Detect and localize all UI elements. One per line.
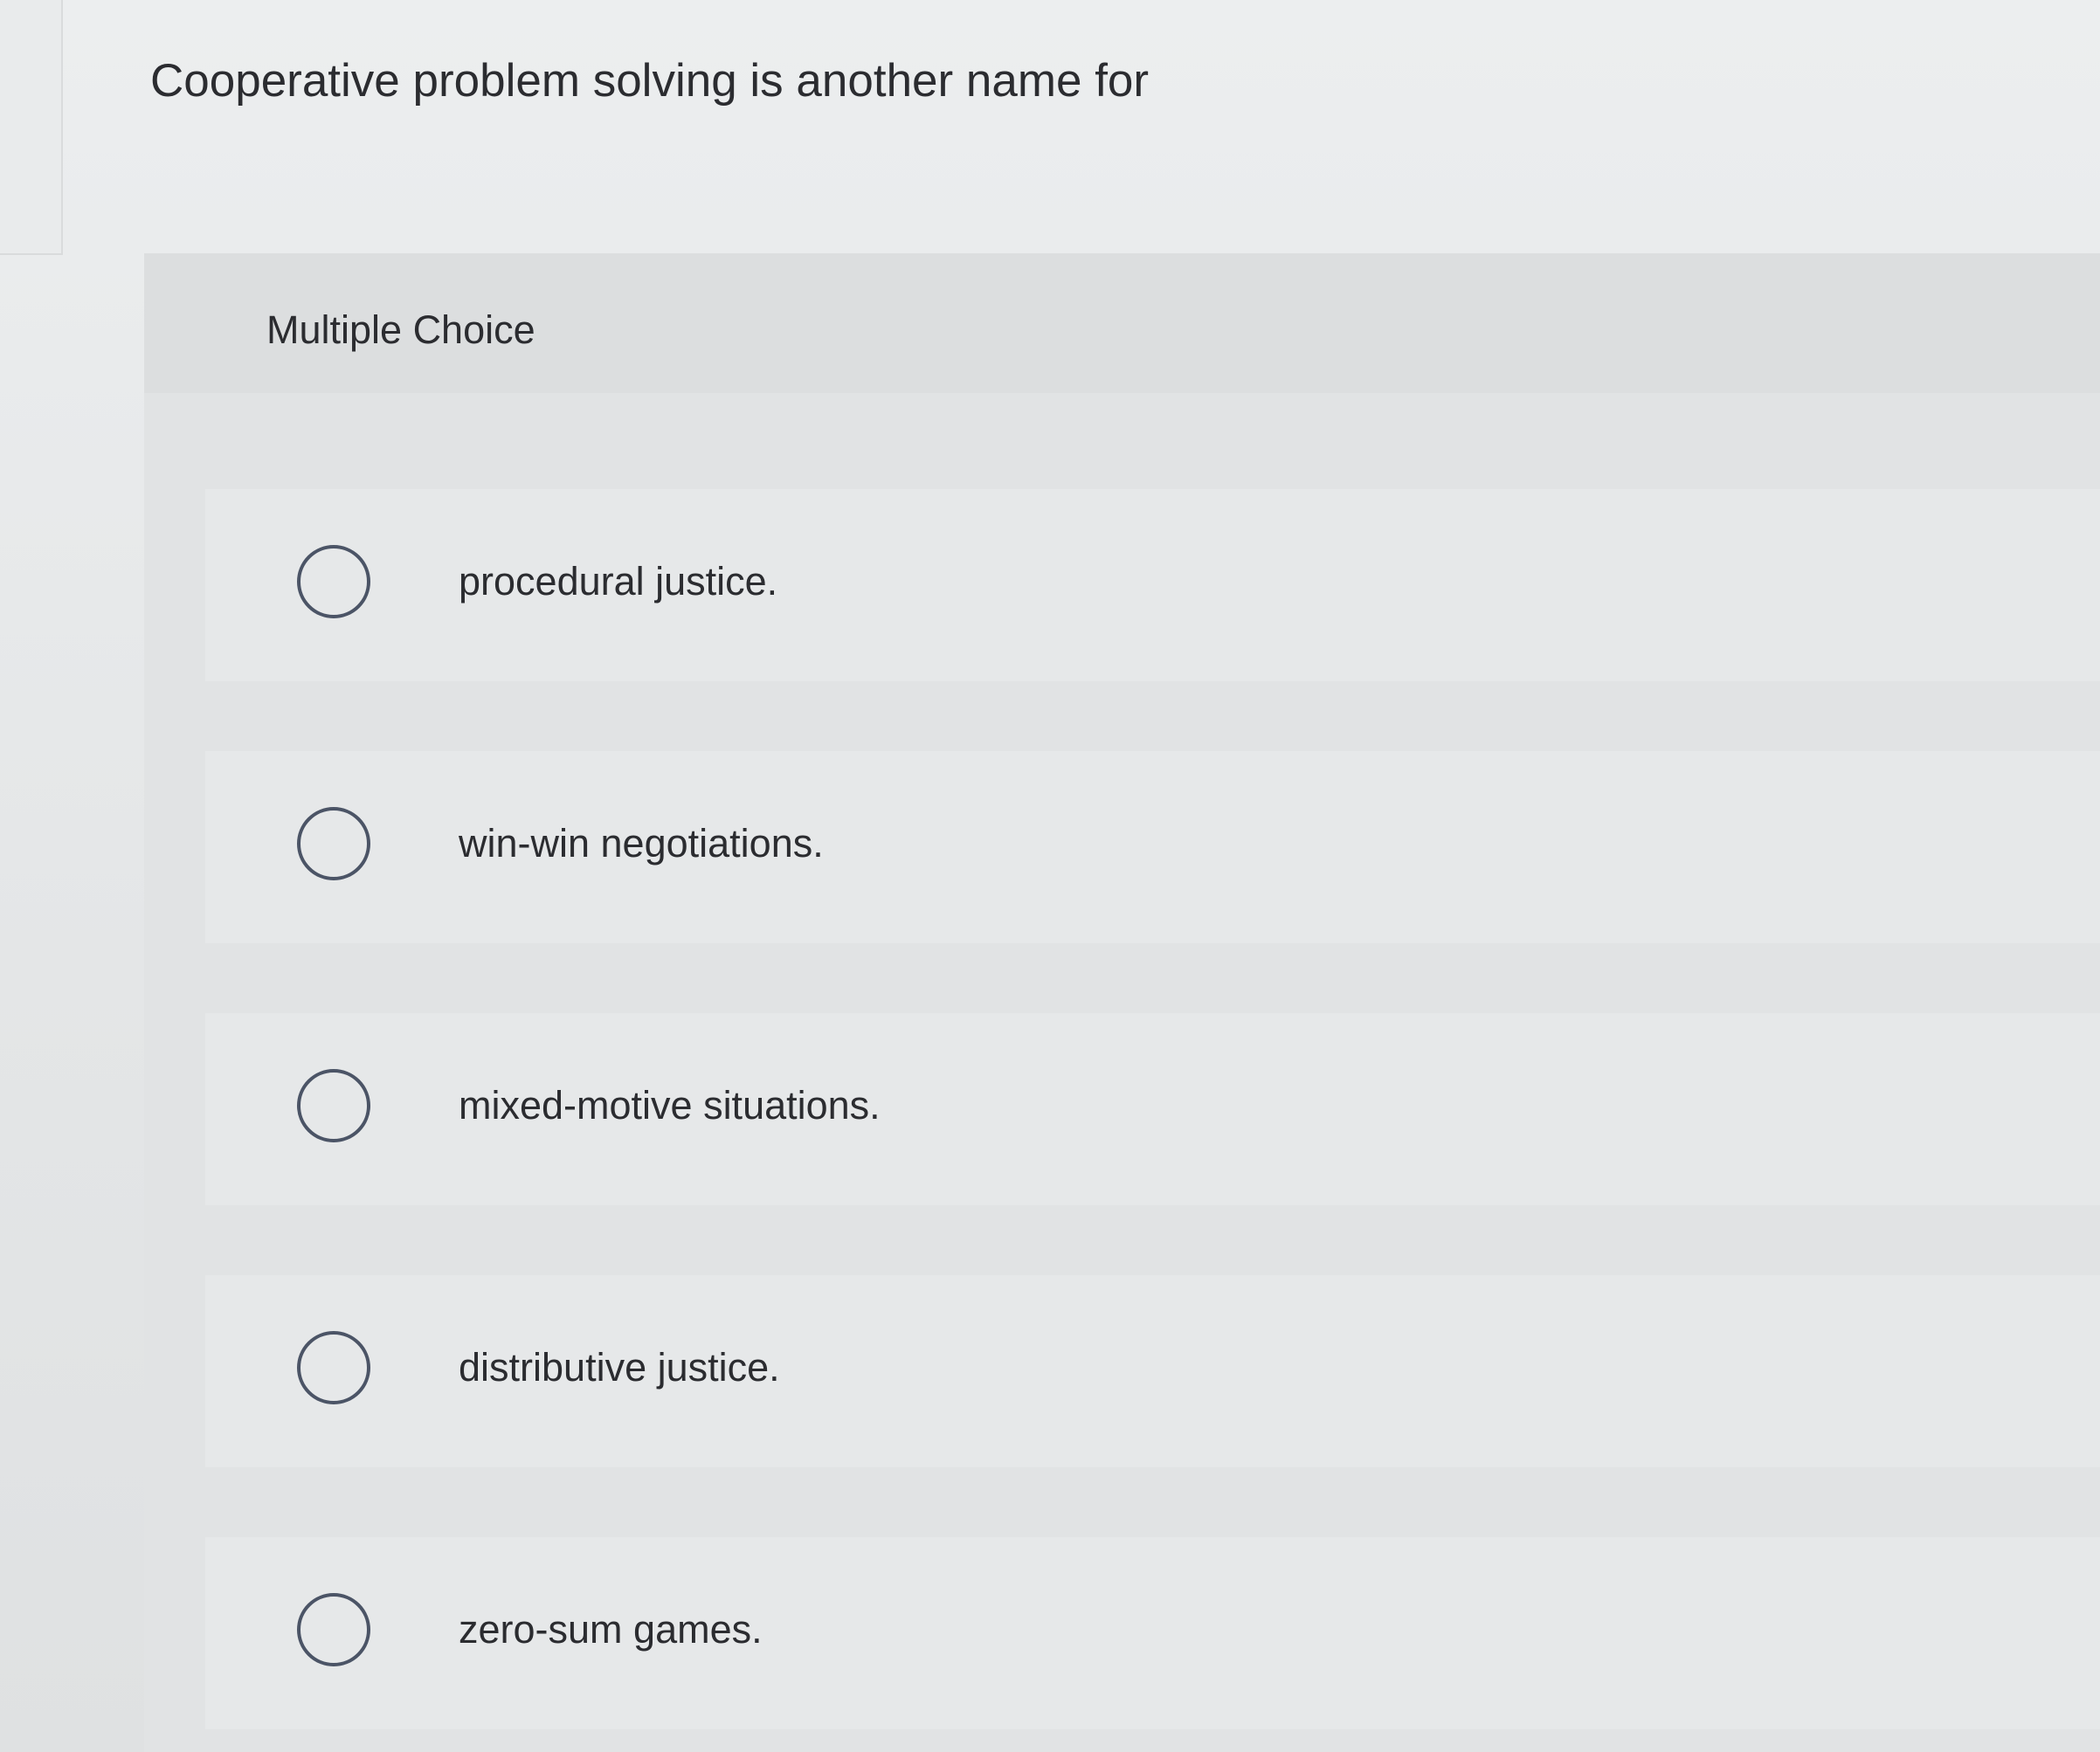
answer-option-3[interactable]: mixed-motive situations. — [205, 1013, 2100, 1205]
answer-option-label[interactable]: zero-sum games. — [459, 1604, 763, 1656]
answer-option-4[interactable]: distributive justice. — [205, 1275, 2100, 1467]
radio-button-icon[interactable] — [297, 807, 370, 880]
question-prompt: Cooperative problem solving is another n… — [150, 55, 1150, 107]
side-tab — [0, 0, 63, 255]
radio-button-icon[interactable] — [297, 1069, 370, 1142]
answer-option-1[interactable]: procedural justice. — [205, 489, 2100, 681]
question-type-label: Multiple Choice — [266, 307, 535, 352]
radio-button-icon[interactable] — [297, 1331, 370, 1404]
radio-button-icon[interactable] — [297, 545, 370, 618]
radio-button-icon[interactable] — [297, 1593, 370, 1666]
page: Cooperative problem solving is another n… — [0, 0, 2100, 1752]
answer-panel: Multiple Choice procedural justice. win-… — [144, 253, 2100, 1752]
answer-option-label[interactable]: distributive justice. — [459, 1342, 780, 1394]
answer-option-5[interactable]: zero-sum games. — [205, 1537, 2100, 1729]
answer-option-label[interactable]: procedural justice. — [459, 555, 777, 608]
answer-option-label[interactable]: win-win negotiations. — [459, 817, 824, 870]
answer-option-label[interactable]: mixed-motive situations. — [459, 1079, 881, 1132]
answer-option-2[interactable]: win-win negotiations. — [205, 751, 2100, 943]
question-type-header: Multiple Choice — [144, 253, 2100, 393]
